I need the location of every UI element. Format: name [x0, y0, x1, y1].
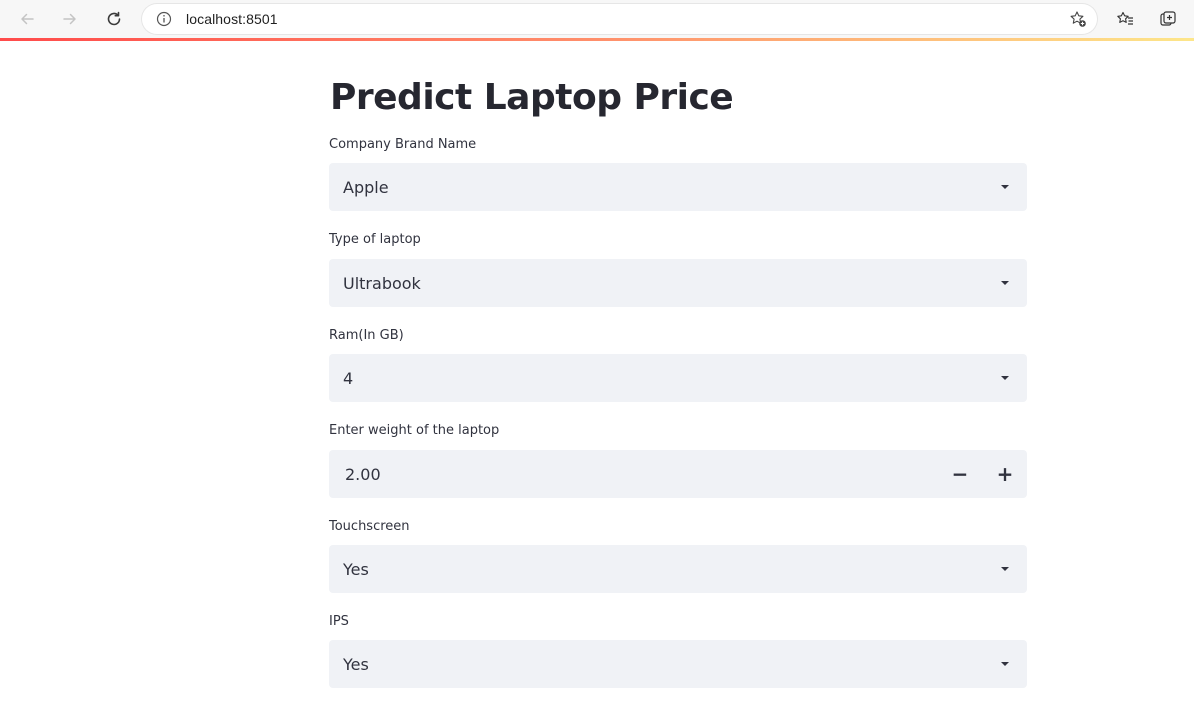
star-add-icon[interactable]	[1069, 10, 1087, 33]
company-select[interactable]: Apple	[329, 163, 1027, 211]
touchscreen-select[interactable]: Yes	[329, 545, 1027, 593]
browser-toolbar: localhost:8501	[0, 0, 1194, 38]
ram-select[interactable]: 4	[329, 354, 1027, 402]
company-select-value: Apple	[343, 178, 389, 197]
ram-label: Ram(In GB)	[329, 328, 404, 343]
weight-label: Enter weight of the laptop	[329, 423, 500, 438]
arrow-right-icon	[63, 13, 76, 25]
favorites-button[interactable]	[1110, 4, 1140, 34]
forward-button[interactable]	[55, 4, 85, 34]
page-title: Predict Laptop Price	[330, 77, 734, 118]
chevron-down-icon	[1001, 567, 1009, 571]
ips-select[interactable]: Yes	[329, 640, 1027, 688]
type-select[interactable]: Ultrabook	[329, 259, 1027, 307]
ips-select-value: Yes	[343, 655, 369, 674]
weight-decrement-button[interactable]: −	[938, 450, 982, 498]
chevron-down-icon	[1001, 376, 1009, 380]
arrow-left-icon	[21, 13, 34, 25]
refresh-button[interactable]	[99, 4, 129, 34]
ips-label: IPS	[329, 614, 349, 629]
touchscreen-select-value: Yes	[343, 560, 369, 579]
favorites-icon	[1117, 11, 1133, 25]
collections-icon	[1160, 11, 1176, 26]
weight-number-input: − +	[329, 450, 1027, 498]
type-select-value: Ultrabook	[343, 274, 421, 293]
address-bar[interactable]: localhost:8501	[142, 4, 1097, 34]
refresh-icon	[107, 11, 121, 26]
url-text[interactable]: localhost:8501	[186, 11, 278, 27]
weight-field[interactable]	[329, 450, 945, 498]
chevron-down-icon	[1001, 185, 1009, 189]
touchscreen-label: Touchscreen	[329, 519, 410, 534]
back-button[interactable]	[12, 4, 42, 34]
weight-increment-button[interactable]: +	[983, 450, 1027, 498]
chevron-down-icon	[1001, 281, 1009, 285]
chevron-down-icon	[1001, 662, 1009, 666]
ram-select-value: 4	[343, 369, 354, 388]
app-decoration-bar	[0, 38, 1194, 41]
type-label: Type of laptop	[329, 232, 421, 247]
company-label: Company Brand Name	[329, 137, 477, 152]
info-icon[interactable]	[156, 11, 172, 32]
collections-button[interactable]	[1153, 4, 1183, 34]
